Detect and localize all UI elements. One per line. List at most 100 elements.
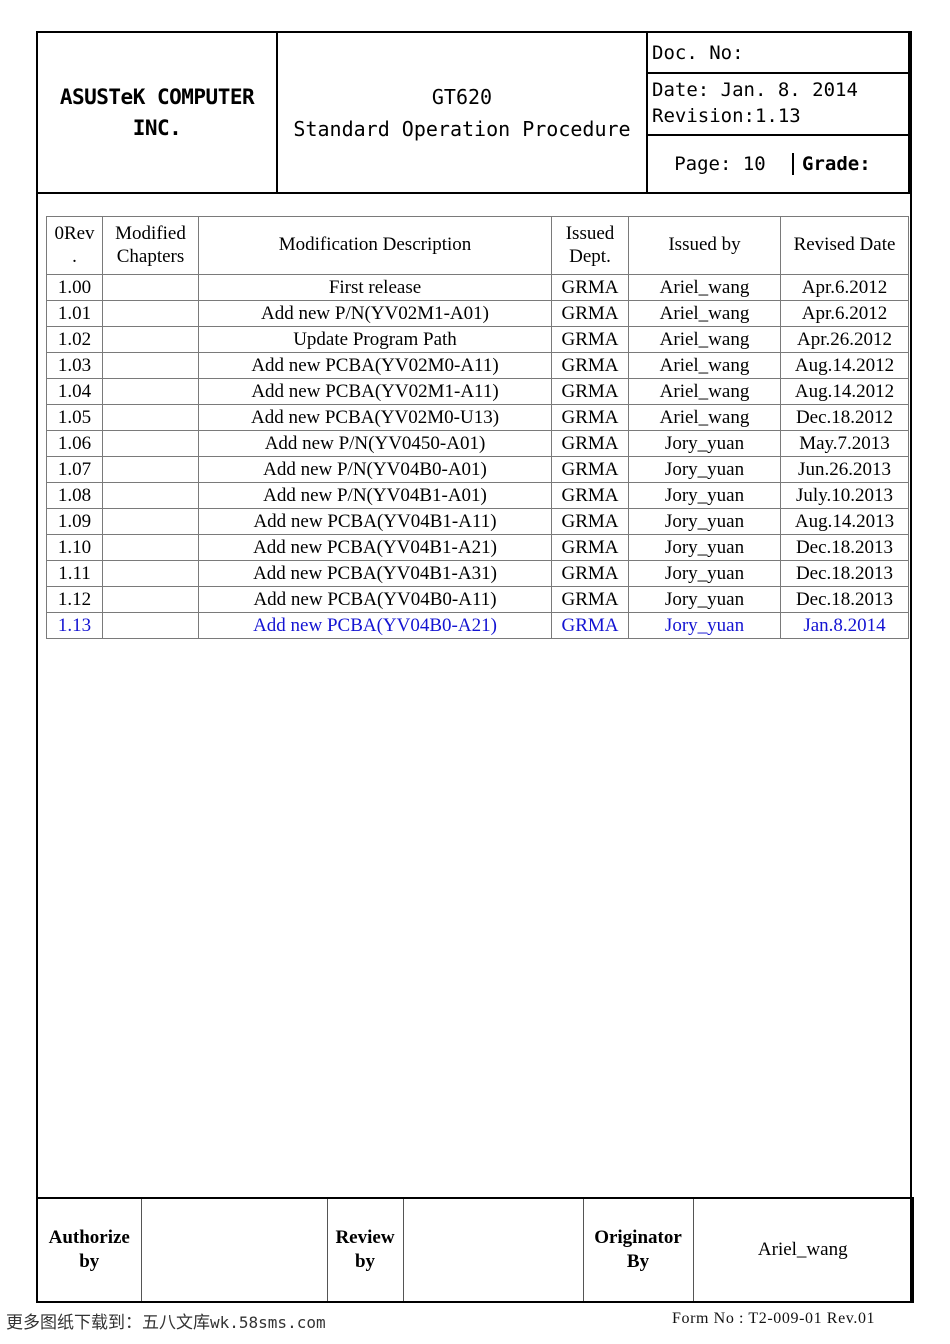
cell-modified-chapters — [102, 352, 199, 379]
revision-history-table: 0Rev . Modified Chapters Modification De… — [46, 216, 909, 639]
cell-modified-chapters — [102, 482, 199, 509]
originator-by-value[interactable]: Ariel_wang — [692, 1197, 914, 1303]
cell-modified-chapters — [102, 430, 199, 457]
cell-revised-date: Dec.18.2013 — [780, 534, 909, 561]
cell-issued-dept: GRMA — [551, 326, 629, 353]
cell-modified-chapters — [102, 404, 199, 431]
authorize-by-label-line2: by — [79, 1251, 100, 1272]
cell-description: Add new P/N(YV04B1-A01) — [198, 482, 552, 509]
col-header-issued-by: Issued by — [628, 216, 781, 275]
cell-description: First release — [198, 274, 552, 301]
cell-modified-chapters — [102, 508, 199, 535]
originator-by-label: Originator By — [582, 1197, 694, 1303]
cell-description: Add new PCBA(YV04B0-A21) — [198, 612, 552, 639]
watermark-cjk-text: 更多图纸下载到：五八文库 — [6, 1313, 210, 1333]
cell-issued-dept: GRMA — [551, 300, 629, 327]
signature-table-wrap: Authorize by Review by Originator By Ari… — [36, 1197, 914, 1303]
col-header-chapters-line2: Chapters — [116, 245, 185, 267]
doc-no-field: Doc. No: — [648, 33, 908, 74]
cell-rev: 1.06 — [46, 430, 103, 457]
cell-rev: 1.00 — [46, 274, 103, 301]
signature-row: Authorize by Review by Originator By Ari… — [36, 1197, 914, 1303]
cell-issued-by: Ariel_wang — [628, 404, 781, 431]
cell-rev: 1.02 — [46, 326, 103, 353]
cell-revised-date: Apr.6.2012 — [780, 274, 909, 301]
cell-issued-by: Ariel_wang — [628, 352, 781, 379]
cell-revised-date: Aug.14.2012 — [780, 352, 909, 379]
cell-revised-date: Jan.8.2014 — [780, 612, 909, 639]
document-title-model: GT620 — [431, 84, 493, 109]
cell-revised-date: Apr.6.2012 — [780, 300, 909, 327]
cell-revised-date: Aug.14.2012 — [780, 378, 909, 405]
page-number-text: Page: 10 — [648, 153, 794, 175]
col-header-revised-date: Revised Date — [780, 216, 909, 275]
review-by-label: Review by — [326, 1197, 404, 1303]
cell-modified-chapters — [102, 560, 199, 587]
cell-issued-by: Jory_yuan — [628, 456, 781, 483]
cell-revised-date: Dec.18.2013 — [780, 560, 909, 587]
cell-issued-dept: GRMA — [551, 482, 629, 509]
table-row: 1.04 Add new PCBA(YV02M1-A11) GRMA Ariel_wa… — [46, 378, 909, 405]
cell-revised-date: July.10.2013 — [780, 482, 909, 509]
originator-by-label-line2: By — [626, 1251, 650, 1272]
table-row: 1.00 First release GRMA Ariel_wang Apr.6.201… — [46, 274, 909, 301]
cell-issued-dept: GRMA — [551, 612, 629, 639]
cell-issued-by: Jory_yuan — [628, 430, 781, 457]
cell-rev: 1.09 — [46, 508, 103, 535]
authorize-by-label: Authorize by — [36, 1197, 142, 1303]
table-row: 1.01 Add new P/N(YV02M1-A01) GRMA Ariel_wan… — [46, 300, 909, 327]
review-by-value[interactable] — [402, 1197, 584, 1303]
date-revision-field: Date: Jan. 8. 2014 Revision:1.13 — [648, 74, 908, 136]
doc-revision-text: Revision:1.13 — [652, 105, 801, 127]
cell-issued-by: Jory_yuan — [628, 534, 781, 561]
document-meta-block: Doc. No: Date: Jan. 8. 2014 Revision:1.1… — [646, 31, 910, 194]
cell-issued-dept: GRMA — [551, 586, 629, 613]
document-masthead: ASUSTeK COMPUTER INC. GT620 Standard Ope… — [36, 31, 912, 194]
cell-description: Add new PCBA(YV02M0-U13) — [198, 404, 552, 431]
cell-rev: 1.13 — [46, 612, 103, 639]
authorize-by-value[interactable] — [140, 1197, 328, 1303]
cell-rev: 1.01 — [46, 300, 103, 327]
revision-table-head: 0Rev . Modified Chapters Modification De… — [46, 216, 909, 275]
col-header-chapters: Modified Chapters — [102, 216, 199, 275]
cell-rev: 1.04 — [46, 378, 103, 405]
cell-description: Add new P/N(YV0450-A01) — [198, 430, 552, 457]
cell-description: Add new PCBA(YV02M0-A11) — [198, 352, 552, 379]
company-name-line2: INC. — [132, 115, 182, 140]
col-header-dept: Issued Dept. — [551, 216, 629, 275]
cell-revised-date: Aug.14.2013 — [780, 508, 909, 535]
cell-description: Add new P/N(YV02M1-A01) — [198, 300, 552, 327]
col-header-dept-line2: Dept. — [569, 245, 611, 267]
cell-issued-dept: GRMA — [551, 404, 629, 431]
cell-description: Add new P/N(YV04B0-A01) — [198, 456, 552, 483]
cell-issued-dept: GRMA — [551, 534, 629, 561]
cell-rev: 1.05 — [46, 404, 103, 431]
cell-modified-chapters — [102, 326, 199, 353]
cell-rev: 1.12 — [46, 586, 103, 613]
cell-issued-dept: GRMA — [551, 456, 629, 483]
cell-description: Add new PCBA(YV04B1-A11) — [198, 508, 552, 535]
cell-description: Add new PCBA(YV04B1-A31) — [198, 560, 552, 587]
cell-description: Add new PCBA(YV04B0-A11) — [198, 586, 552, 613]
company-name-line1: ASUSTeK COMPUTER — [59, 85, 255, 110]
cell-description: Add new PCBA(YV02M1-A11) — [198, 378, 552, 405]
col-header-chapters-line1: Modified — [115, 223, 186, 245]
cell-issued-by: Ariel_wang — [628, 378, 781, 405]
cell-issued-by: Ariel_wang — [628, 300, 781, 327]
revision-table-body: 1.00 First release GRMA Ariel_wang Apr.6.201… — [46, 274, 909, 639]
cell-issued-by: Jory_yuan — [628, 586, 781, 613]
cell-issued-by: Jory_yuan — [628, 482, 781, 509]
cell-modified-chapters — [102, 274, 199, 301]
cell-issued-dept: GRMA — [551, 560, 629, 587]
table-row: 1.07 Add new P/N(YV04B0-A01) GRMA Jory_yuan… — [46, 456, 909, 483]
cell-issued-dept: GRMA — [551, 508, 629, 535]
authorize-by-label-line1: Authorize — [48, 1227, 130, 1249]
cell-revised-date: Dec.18.2012 — [780, 404, 909, 431]
cell-modified-chapters — [102, 534, 199, 561]
table-row: 1.08 Add new P/N(YV04B1-A01) GRMA Jory_yuan… — [46, 482, 909, 509]
grade-label: Grade: — [802, 153, 871, 175]
cell-modified-chapters — [102, 378, 199, 405]
col-header-rev-line2: . — [72, 245, 77, 267]
table-row: 1.03 Add new PCBA(YV02M0-A11) GRMA Ariel_wa… — [46, 352, 909, 379]
review-by-label-line1: Review — [335, 1227, 395, 1249]
